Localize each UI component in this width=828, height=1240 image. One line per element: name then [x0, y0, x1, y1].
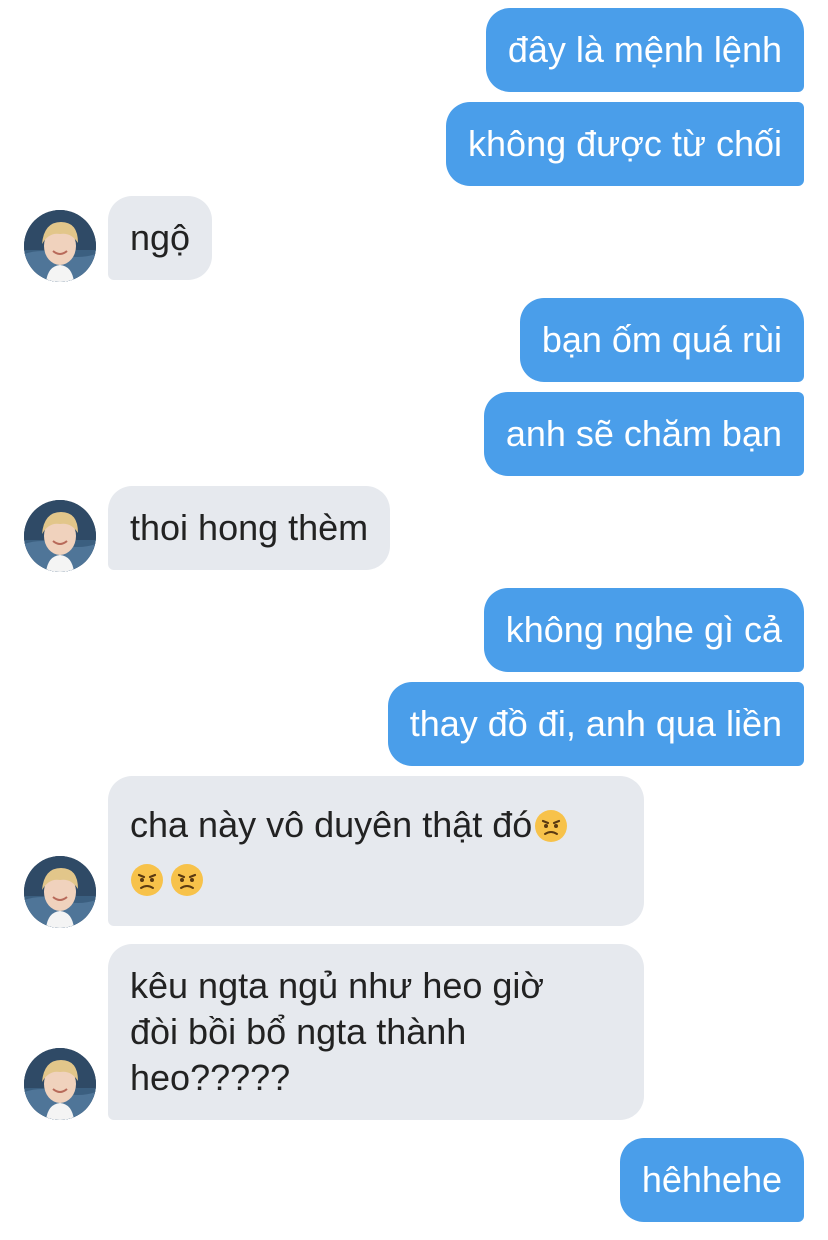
message-text: hêhhehe: [641, 1159, 782, 1200]
angry-face-emoji-icon: [170, 862, 204, 896]
message-text: cha này vô duyên thật đó: [130, 804, 533, 845]
sent-message-bubble[interactable]: thay đồ đi, anh qua liền: [387, 682, 804, 766]
avatar-photo-icon: [24, 856, 96, 928]
received-message-bubble[interactable]: ngộ: [108, 196, 213, 280]
message-text: đây là mệnh lệnh: [507, 29, 782, 70]
sent-message-bubble[interactable]: anh sẽ chăm bạn: [483, 392, 804, 476]
message-text: anh sẽ chăm bạn: [505, 413, 782, 454]
sent-message-bubble[interactable]: đây là mệnh lệnh: [485, 8, 804, 92]
message-text: ngộ: [130, 217, 191, 258]
message-text: không nghe gì cả: [505, 609, 782, 650]
received-message-bubble[interactable]: thoi hong thèm: [108, 486, 391, 570]
avatar-photo-icon: [24, 210, 96, 282]
sent-message-bubble[interactable]: không được từ chối: [446, 102, 804, 186]
avatar-photo-icon: [24, 1048, 96, 1120]
message-text: thoi hong thèm: [130, 507, 369, 548]
avatar-photo-icon: [24, 500, 96, 572]
emoji-row: [130, 856, 622, 902]
message-thread: đây là mệnh lệnh không được từ chối ngộ …: [0, 0, 828, 1240]
message-line: heo?????: [130, 1057, 291, 1098]
message-line: đòi bồi bổ ngta thành: [130, 1011, 467, 1052]
message-text: thay đồ đi, anh qua liền: [409, 703, 782, 744]
sent-message-bubble[interactable]: bạn ốm quá rùi: [519, 298, 804, 382]
angry-face-emoji-icon: [534, 808, 568, 842]
sent-message-bubble[interactable]: hêhhehe: [619, 1138, 804, 1222]
contact-avatar[interactable]: [24, 1048, 96, 1120]
message-text: không được từ chối: [468, 123, 782, 164]
received-message-bubble[interactable]: kêu ngta ngủ như heo giờ đòi bồi bổ ngta…: [108, 944, 644, 1120]
message-line: kêu ngta ngủ như heo giờ: [130, 965, 545, 1006]
contact-avatar[interactable]: [24, 856, 96, 928]
contact-avatar[interactable]: [24, 210, 96, 282]
message-text: bạn ốm quá rùi: [541, 319, 782, 360]
contact-avatar[interactable]: [24, 500, 96, 572]
received-message-bubble[interactable]: cha này vô duyên thật đó: [108, 776, 644, 926]
angry-face-emoji-icon: [130, 862, 164, 896]
sent-message-bubble[interactable]: không nghe gì cả: [483, 588, 804, 672]
